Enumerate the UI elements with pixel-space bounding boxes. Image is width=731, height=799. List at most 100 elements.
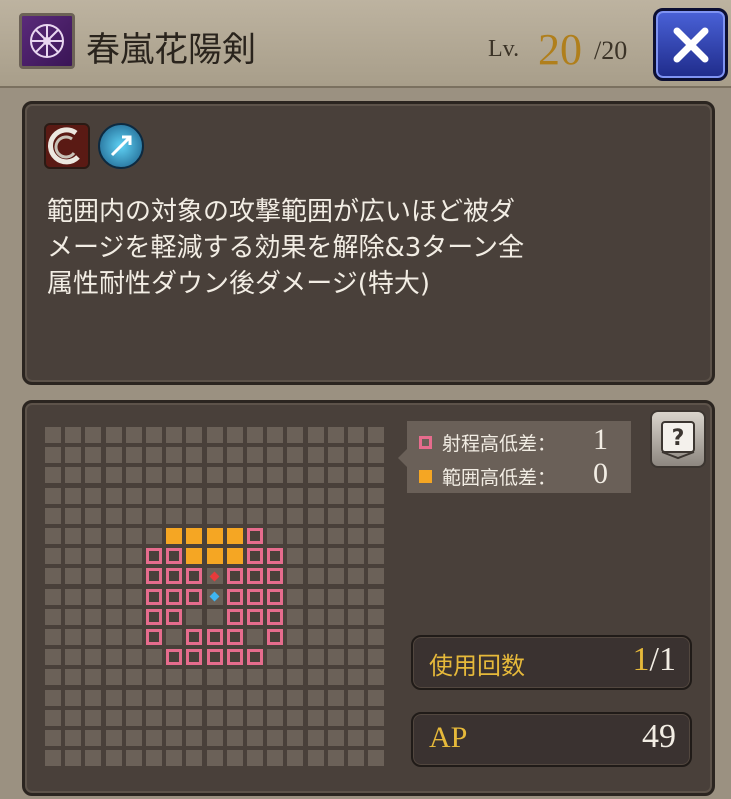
grid-cell bbox=[206, 467, 223, 484]
grid-cell bbox=[146, 689, 162, 706]
grid-cell bbox=[85, 750, 102, 767]
grid-cell bbox=[65, 709, 82, 726]
ap-label: AP bbox=[429, 721, 468, 754]
grid-cell bbox=[45, 750, 61, 767]
grid-cell bbox=[186, 447, 203, 464]
grid-cell bbox=[65, 588, 82, 605]
grid-cell bbox=[368, 669, 385, 686]
grid-cell bbox=[287, 447, 304, 464]
close-button[interactable] bbox=[653, 8, 728, 81]
grid-cell bbox=[348, 750, 364, 767]
grid-cell bbox=[125, 467, 142, 484]
uses-current: 1 bbox=[632, 641, 650, 678]
purple-wheel-emblem-icon bbox=[19, 13, 75, 69]
grid-cell bbox=[45, 649, 61, 666]
range-cell bbox=[247, 548, 263, 565]
grid-cell bbox=[307, 649, 324, 666]
grid-cell bbox=[45, 528, 61, 544]
range-cell bbox=[166, 588, 183, 605]
grid-cell bbox=[348, 507, 364, 524]
grid-cell bbox=[186, 487, 203, 504]
grid-cell bbox=[226, 669, 243, 686]
grid-cell bbox=[65, 568, 82, 585]
grid-cell bbox=[287, 548, 304, 565]
legend-range-value: 1 bbox=[593, 423, 608, 456]
grid-cell bbox=[85, 608, 102, 625]
grid-cell bbox=[368, 487, 385, 504]
grid-cell bbox=[45, 467, 61, 484]
grid-cell bbox=[327, 528, 344, 544]
grid-cell bbox=[247, 669, 263, 686]
grid-cell bbox=[85, 629, 102, 645]
range-cell bbox=[247, 649, 263, 666]
grid-cell bbox=[105, 669, 122, 686]
grid-cell bbox=[65, 427, 82, 443]
height-legend: 射程高低差： 1 範囲高低差： 0 bbox=[398, 421, 631, 493]
range-cell bbox=[267, 568, 284, 585]
grid-cell bbox=[166, 427, 183, 443]
grid-cell bbox=[368, 750, 385, 767]
grid-cell bbox=[247, 709, 263, 726]
grid-cell bbox=[327, 649, 344, 666]
grid-cell bbox=[125, 507, 142, 524]
grid-cell bbox=[105, 709, 122, 726]
grid-cell bbox=[327, 669, 344, 686]
grid-cell bbox=[146, 730, 162, 746]
grid-cell bbox=[226, 427, 243, 443]
range-cell bbox=[166, 608, 183, 625]
grid-cell bbox=[85, 689, 102, 706]
grid-cell bbox=[307, 568, 324, 585]
grid-cell bbox=[307, 467, 324, 484]
range-cell bbox=[226, 588, 243, 605]
grid-cell bbox=[247, 507, 263, 524]
grid-cell bbox=[146, 507, 162, 524]
grid-cell bbox=[125, 629, 142, 645]
grid-cell bbox=[368, 528, 385, 544]
grid-cell bbox=[226, 487, 243, 504]
grid-cell bbox=[186, 750, 203, 767]
grid-cell bbox=[247, 427, 263, 443]
grid-cell bbox=[368, 507, 385, 524]
grid-cell bbox=[85, 548, 102, 565]
grid-cell bbox=[267, 649, 284, 666]
grid-cell bbox=[186, 689, 203, 706]
grid-cell bbox=[307, 689, 324, 706]
grid-cell bbox=[327, 427, 344, 443]
grid-cell bbox=[125, 588, 142, 605]
grid-cell bbox=[65, 528, 82, 544]
grid-cell bbox=[247, 730, 263, 746]
grid-cell bbox=[327, 750, 344, 767]
range-cell bbox=[247, 588, 263, 605]
grid-cell bbox=[348, 487, 364, 504]
level-current: 20 bbox=[538, 25, 582, 74]
area-cell bbox=[226, 528, 243, 544]
grid-cell bbox=[105, 629, 122, 645]
grid-cell bbox=[166, 750, 183, 767]
question-book-icon: ? bbox=[661, 421, 695, 460]
range-cell bbox=[166, 568, 183, 585]
range-cell bbox=[226, 649, 243, 666]
grid-cell bbox=[146, 649, 162, 666]
grid-cell bbox=[348, 669, 364, 686]
grid-cell bbox=[247, 750, 263, 767]
grid-cell bbox=[368, 629, 385, 645]
grid-cell bbox=[307, 709, 324, 726]
range-cell bbox=[146, 568, 162, 585]
grid-cell bbox=[166, 709, 183, 726]
grid-cell bbox=[105, 588, 122, 605]
grid-cell bbox=[348, 528, 364, 544]
grid-cell bbox=[307, 548, 324, 565]
grid-cell bbox=[125, 709, 142, 726]
grid-cell bbox=[348, 447, 364, 464]
grid-cell bbox=[65, 730, 82, 746]
grid-cell bbox=[166, 487, 183, 504]
grid-cell bbox=[206, 487, 223, 504]
help-button[interactable]: ? bbox=[650, 410, 706, 468]
range-cell bbox=[247, 568, 263, 585]
grid-cell bbox=[327, 487, 344, 504]
legend-range-height: 射程高低差： bbox=[419, 427, 556, 457]
grid-cell bbox=[45, 487, 61, 504]
grid-cell bbox=[368, 548, 385, 565]
grid-cell bbox=[45, 588, 61, 605]
area-cell bbox=[186, 528, 203, 544]
